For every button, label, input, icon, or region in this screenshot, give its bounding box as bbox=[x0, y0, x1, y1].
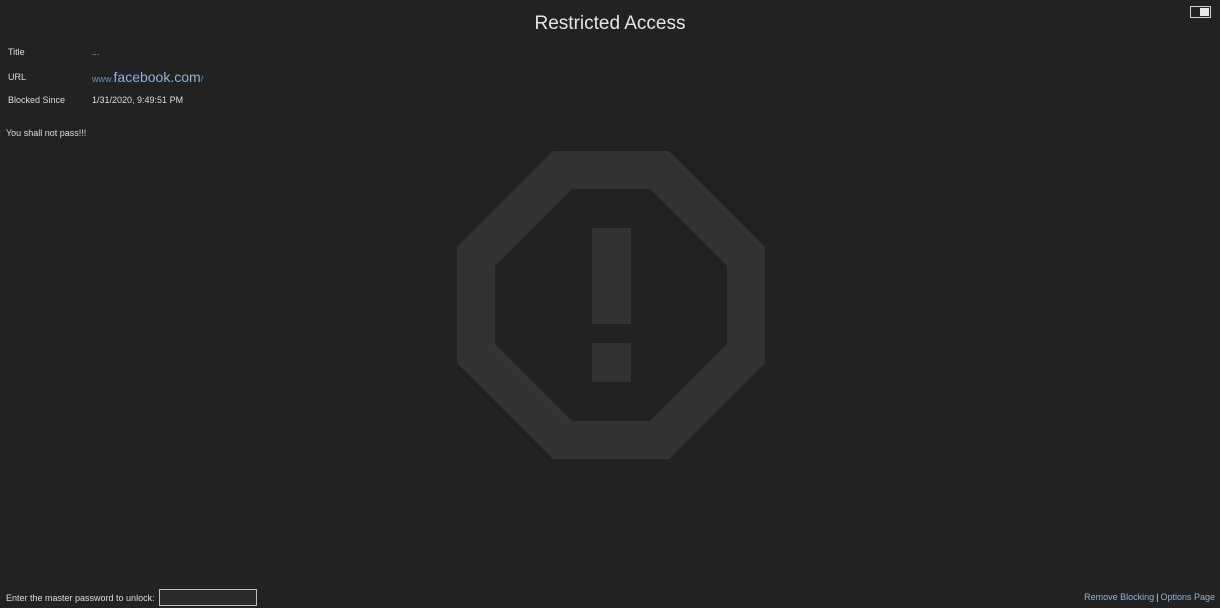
blocked-since-label: Blocked Since bbox=[8, 95, 66, 105]
page-title: Restricted Access bbox=[534, 13, 686, 34]
block-message: You shall not pass!!! bbox=[6, 128, 87, 138]
theme-toggle-icon[interactable] bbox=[1190, 6, 1211, 18]
footer-separator: | bbox=[1156, 592, 1159, 602]
master-password-input[interactable] bbox=[158, 589, 257, 606]
title-label: Title bbox=[8, 47, 25, 57]
url-subdomain: www. bbox=[92, 74, 114, 84]
url-path: / bbox=[200, 74, 204, 84]
unlock-prompt: Enter the master password to unlock: bbox=[6, 592, 155, 603]
warning-octagon-icon bbox=[457, 151, 765, 459]
unlock-form: Enter the master password to unlock: bbox=[6, 589, 257, 606]
footer-links: Remove Blocking | Options Page bbox=[1084, 592, 1215, 602]
remove-blocking-link[interactable]: Remove Blocking bbox=[1084, 592, 1154, 602]
url-label: URL bbox=[8, 72, 27, 82]
blocked-url-link[interactable]: www.facebook.com/ bbox=[92, 69, 204, 85]
theme-toggle-knob bbox=[1200, 8, 1209, 16]
url-domain: facebook.com bbox=[113, 69, 201, 85]
options-page-link[interactable]: Options Page bbox=[1160, 592, 1215, 602]
blocked-since-value: 1/31/2020, 9:49:51 PM bbox=[92, 95, 184, 105]
url-value: www.facebook.com/ bbox=[92, 69, 203, 85]
blocked-page: Restricted Access Title ... URL www.face… bbox=[0, 0, 1220, 608]
title-value: ... bbox=[92, 47, 100, 57]
